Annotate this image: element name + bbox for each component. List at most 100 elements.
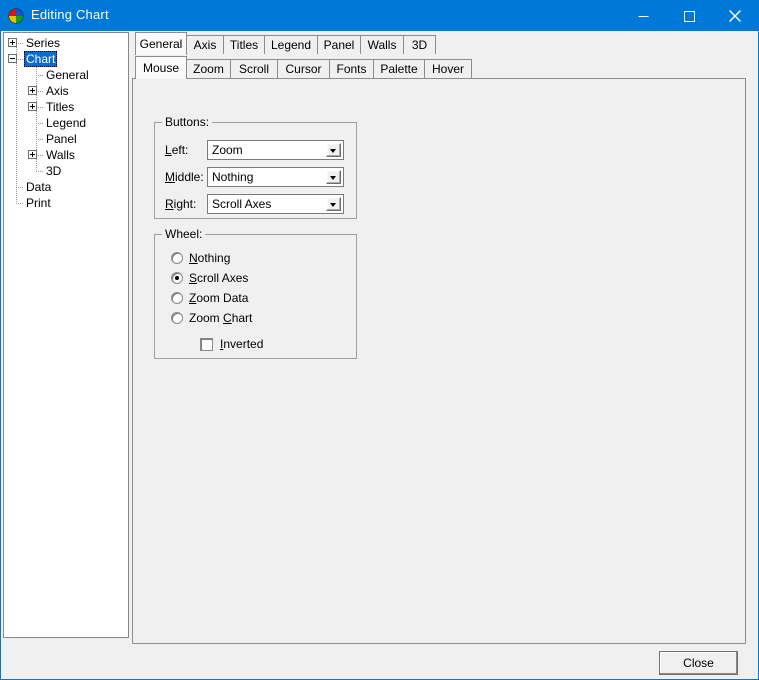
tab-label: Scroll [239,62,269,76]
wheel-group: Wheel: NothingScroll AxesZoom DataZoom C… [154,234,357,359]
tree-item-legend[interactable]: Legend [44,115,88,131]
expand-icon[interactable] [28,102,37,111]
tab-label: Hover [432,62,464,76]
mouse-button-action-combobox[interactable]: Zoom [207,140,344,160]
tree-item-3d[interactable]: 3D [44,163,63,179]
buttons-group: Buttons: Left:ZoomMiddle:NothingRight:Sc… [154,122,357,219]
wheel-option-label: Zoom Chart [189,311,252,325]
tab-panel[interactable]: Panel [317,35,361,54]
tree-item-titles[interactable]: Titles [44,99,76,115]
wheel-option-scroll-axes[interactable]: Scroll Axes [171,271,248,285]
wheel-option-zoom-chart[interactable]: Zoom Chart [171,311,252,325]
tab-3d[interactable]: 3D [403,35,436,54]
tree-connector [16,43,17,203]
tab-label: Mouse [143,61,179,75]
wheel-group-title: Wheel: [162,227,205,241]
accelerator-char: C [223,311,232,325]
tree-item-walls[interactable]: Walls [44,147,77,163]
close-button[interactable]: Close [659,651,738,675]
tree-item-print[interactable]: Print [24,195,53,211]
buttons-group-title: Buttons: [162,115,212,129]
tab-mouse[interactable]: Mouse [135,56,187,79]
wheel-option-nothing[interactable]: Nothing [171,251,230,265]
tree-connector [36,107,44,108]
settings-tab-pane: GeneralAxisTitlesLegend Panel Walls3D Mous… [132,32,746,644]
mouse-button-label: Right: [165,197,196,211]
maximize-button[interactable] [666,1,712,31]
tree-connector [36,75,44,76]
tab-legend[interactable]: Legend [264,35,318,54]
primary-tab-strip[interactable]: GeneralAxisTitlesLegend Panel Walls3D [132,32,746,54]
inverted-checkbox-row[interactable]: Inverted [200,337,263,351]
tree-item-axis[interactable]: Axis [44,83,71,99]
chevron-down-icon[interactable] [326,170,341,184]
editing-chart-window: Editing Chart SeriesChartGeneralAxisTitl… [0,0,759,680]
tab-axis[interactable]: Axis [186,35,224,54]
combobox-value: Scroll Axes [212,197,271,211]
mouse-tab-panel: Buttons: Left:ZoomMiddle:NothingRight:Sc… [132,78,746,644]
tree-connector [16,43,24,44]
tab-fonts[interactable]: Fonts [329,59,374,78]
tree-connector [36,171,44,172]
close-button-label: Close [683,656,714,670]
tree-item-label: Print [24,195,53,211]
tree-item-label: Chart [24,51,57,67]
tab-label: General [140,37,183,51]
tab-walls[interactable]: Walls [360,35,404,54]
tab-cursor[interactable]: Cursor [277,59,330,78]
expand-icon[interactable] [8,38,17,47]
tree-item-data[interactable]: Data [24,179,53,195]
expand-icon[interactable] [28,150,37,159]
tree-connector [36,91,44,92]
tree-connector [16,187,24,188]
mouse-button-action-combobox[interactable]: Nothing [207,167,344,187]
tab-titles[interactable]: Titles [223,35,265,54]
tab-palette[interactable]: Palette [373,59,425,78]
tab-zoom[interactable]: Zoom [186,59,231,78]
tree-item-general[interactable]: General [44,67,91,83]
tree-item-label: Data [24,179,53,195]
maximize-icon [684,11,695,22]
tree-item-chart[interactable]: Chart [24,51,57,67]
tree-item-label: Panel [44,131,79,147]
tree-item-panel[interactable]: Panel [44,131,79,147]
combobox-value: Nothing [212,170,253,184]
tree-item-label: Axis [44,83,71,99]
wheel-option-zoom-data[interactable]: Zoom Data [171,291,248,305]
collapse-icon[interactable] [8,54,17,63]
mouse-button-label: Left: [165,143,188,157]
tree-connector [36,139,44,140]
radio-button[interactable] [171,272,183,284]
tree-connector [16,203,24,204]
tree-item-series[interactable]: Series [24,35,62,51]
chevron-down-icon[interactable] [326,143,341,157]
tab-label: Fonts [337,62,367,76]
accelerator-char: N [189,251,198,265]
chart-pie-icon [8,8,24,24]
expand-icon[interactable] [28,86,37,95]
tree-item-label: 3D [44,163,63,179]
radio-button[interactable] [171,252,183,264]
accelerator-char: L [165,143,172,157]
radio-button[interactable] [171,312,183,324]
tree-item-label: Titles [44,99,76,115]
tree-connector [16,59,24,60]
tab-general[interactable]: General [135,32,187,55]
navigation-tree[interactable]: SeriesChartGeneralAxisTitlesLegendPanelW… [3,32,129,638]
tab-hover[interactable]: Hover [424,59,472,78]
tab-scroll[interactable]: Scroll [230,59,278,78]
wheel-option-label: Zoom Data [189,291,248,305]
tab-label: Panel [324,38,355,52]
footer-bar [3,646,756,678]
close-window-button[interactable] [712,1,758,31]
mouse-button-action-combobox[interactable]: Scroll Axes [207,194,344,214]
minimize-button[interactable] [620,1,666,31]
radio-button[interactable] [171,292,183,304]
title-bar: Editing Chart [1,1,758,31]
tree-item-label: Series [24,35,62,51]
inverted-checkbox[interactable] [200,338,213,351]
secondary-tab-strip[interactable]: Mouse Zoom Scroll Cursor Fonts Palette Hover [132,56,746,78]
tree-connector [36,155,44,156]
tree-item-label: Walls [44,147,77,163]
chevron-down-icon[interactable] [326,197,341,211]
